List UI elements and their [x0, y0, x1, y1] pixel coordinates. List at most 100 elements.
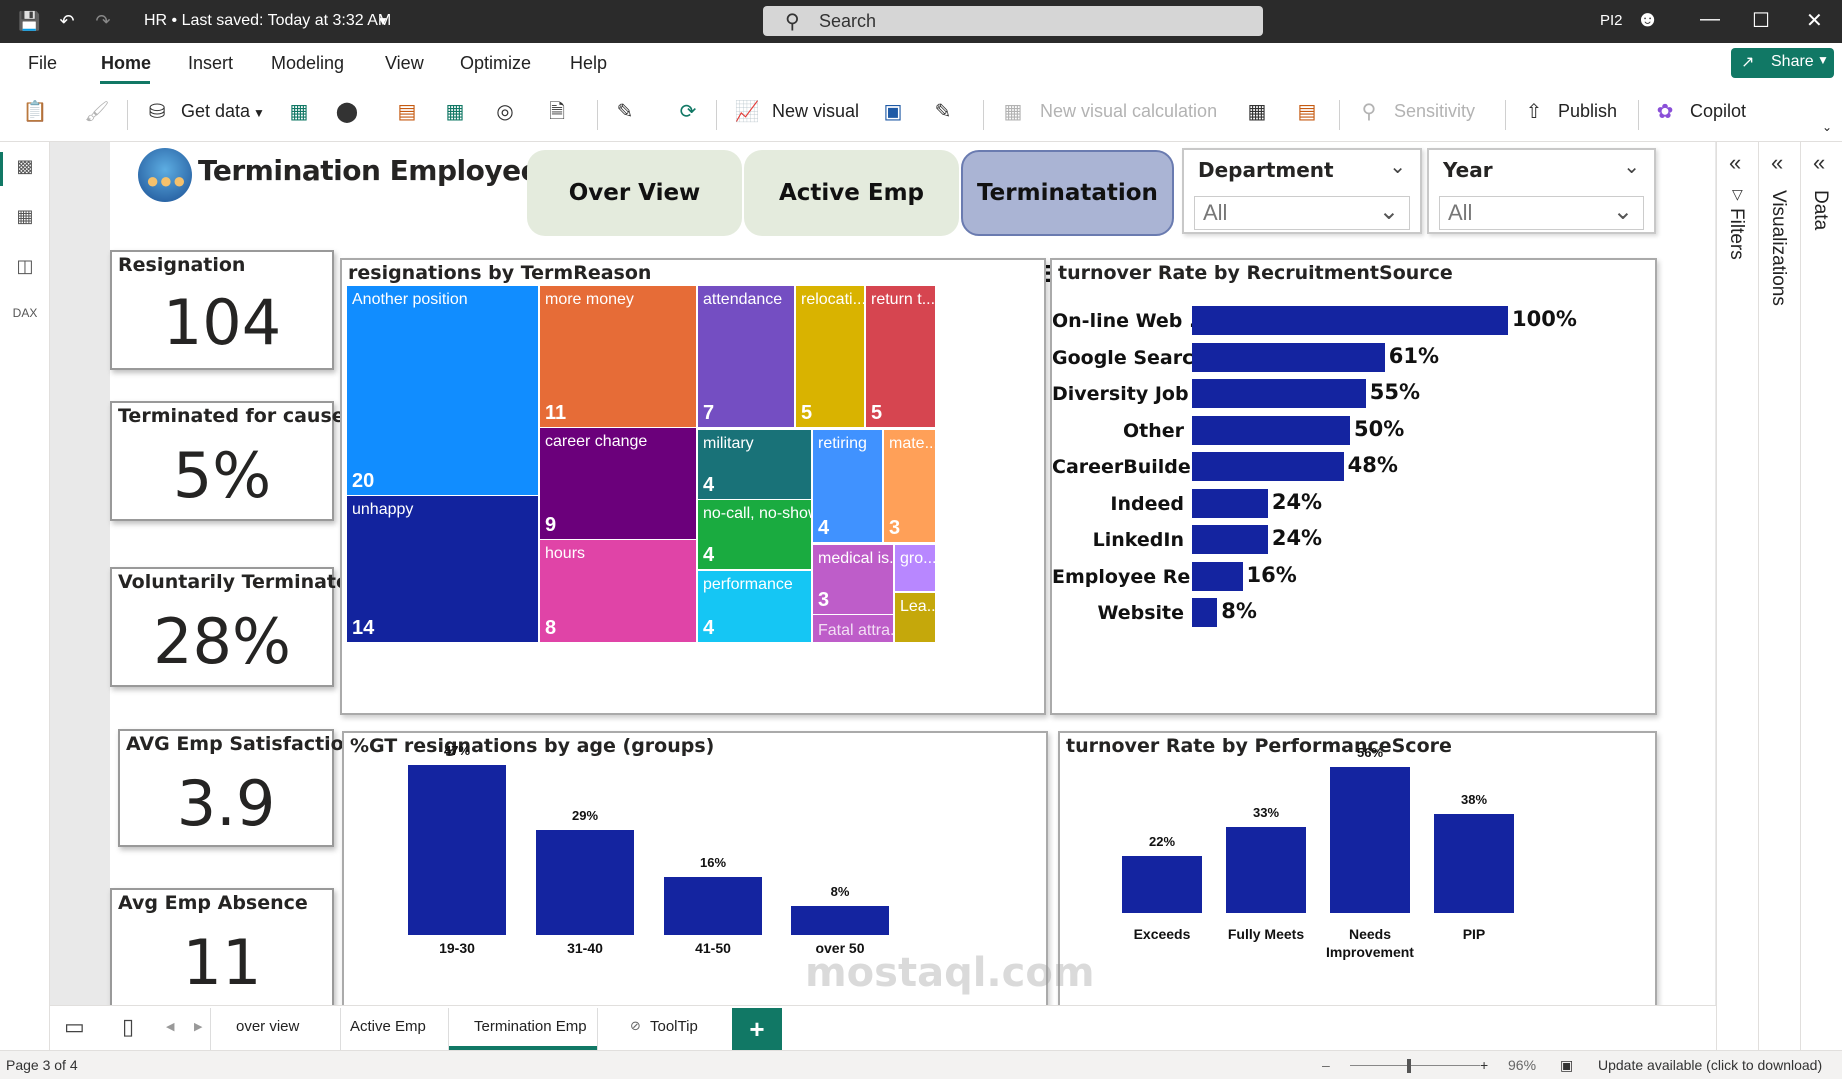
update-available-link[interactable]: Update available (click to download)	[1598, 1057, 1822, 1073]
nav-termination-emp-button[interactable]: Terminatation Emp	[961, 150, 1174, 288]
treemap-tile[interactable]: military 4	[698, 430, 811, 499]
bar[interactable]	[791, 906, 889, 935]
file-title[interactable]: HR • Last saved: Today at 3:32 AM	[144, 12, 391, 30]
bar[interactable]	[1330, 767, 1410, 913]
treemap-tile[interactable]: medical is... 3	[813, 545, 893, 614]
bar[interactable]	[1226, 826, 1306, 913]
bar[interactable]	[1192, 561, 1243, 591]
filters-label[interactable]: Filters	[1725, 208, 1747, 260]
slicer-dropdown[interactable]: All ⌄	[1194, 196, 1410, 230]
kpi-card-resignation[interactable]: Resignation 104	[110, 250, 334, 370]
report-view-icon[interactable]: ▩	[12, 156, 38, 182]
slicer-dropdown[interactable]: All ⌄	[1439, 196, 1644, 230]
bar[interactable]	[1192, 525, 1268, 554]
zoom-out-icon[interactable]: –	[1322, 1057, 1330, 1073]
recruitment-bar-visual[interactable]: turnover Rate by RecruitmentSource On-li…	[1050, 258, 1657, 715]
bar[interactable]	[1192, 306, 1508, 335]
publish-button[interactable]: Publish	[1558, 101, 1617, 122]
menu-view[interactable]: View	[385, 53, 424, 74]
bar[interactable]	[664, 877, 762, 935]
treemap-tile[interactable]: performance 4	[698, 571, 811, 642]
menu-insert[interactable]: Insert	[188, 53, 233, 74]
collapse-icon[interactable]: «	[1729, 150, 1741, 176]
sql-icon[interactable]: ▤	[394, 99, 420, 125]
treemap-tile[interactable]: Fatal attra...	[813, 615, 893, 642]
bar[interactable]	[1192, 379, 1366, 408]
dax-query-view-icon[interactable]: DAX	[12, 306, 38, 332]
transform-data-icon[interactable]: ✎	[612, 99, 638, 125]
zoom-slider[interactable]	[1350, 1065, 1480, 1066]
kpi-card-voluntarily-terminated[interactable]: Voluntarily Terminated 28%	[110, 567, 363, 687]
desktop-layout-icon[interactable]: ▭	[64, 1014, 85, 1040]
treemap-tile[interactable]: attendance 7	[698, 286, 794, 427]
data-label[interactable]: Data	[1809, 190, 1831, 230]
new-measure-icon[interactable]: ▦	[1244, 99, 1270, 125]
publish-icon[interactable]: ⇧	[1521, 99, 1547, 125]
performance-bar-visual[interactable]: turnover Rate by PerformanceScore 22% Exc…	[1058, 731, 1657, 1041]
department-slicer[interactable]: Department ⌄ All ⌄	[1182, 148, 1422, 234]
menu-home[interactable]: Home	[101, 53, 151, 74]
account-icon[interactable]: ☻	[1636, 8, 1659, 30]
add-page-button[interactable]: +	[732, 1008, 782, 1050]
bar[interactable]	[408, 765, 506, 935]
new-visual-icon[interactable]: 📈	[734, 99, 760, 125]
database-icon[interactable]: ⛁	[144, 99, 170, 125]
treemap-tile[interactable]: more money 11	[540, 286, 696, 427]
treemap-tile[interactable]: unhappy 14	[347, 496, 538, 642]
mobile-layout-icon[interactable]: ▯	[122, 1014, 134, 1040]
menu-help[interactable]: Help	[570, 53, 607, 74]
menu-modeling[interactable]: Modeling	[271, 53, 344, 74]
new-visual-button[interactable]: New visual	[772, 101, 859, 122]
text-box-icon[interactable]: ▣	[880, 99, 906, 125]
next-page-icon[interactable]: ▶	[194, 1020, 202, 1033]
treemap-tile[interactable]: gro...	[895, 545, 935, 591]
bar[interactable]	[1192, 488, 1268, 518]
refresh-icon[interactable]: ⟳	[675, 99, 701, 125]
visualizations-pane[interactable]: « Visualizations	[1758, 142, 1800, 1050]
treemap-tile[interactable]: retiring 4	[813, 430, 882, 542]
prev-page-icon[interactable]: ◀	[166, 1020, 174, 1033]
treemap-tile[interactable]: no-call, no-show 4	[698, 500, 811, 569]
tab-termination-emp[interactable]: Termination Emp	[474, 1018, 587, 1035]
table-view-icon[interactable]: ▦	[12, 206, 38, 232]
treemap-tile[interactable]: Another position 20	[347, 286, 538, 495]
zoom-slider-handle[interactable]	[1407, 1059, 1411, 1073]
tab-active-emp[interactable]: Active Emp	[350, 1018, 426, 1035]
tab-tooltip[interactable]: ToolTip	[650, 1018, 698, 1035]
tab-over-view[interactable]: over view	[236, 1018, 299, 1035]
kpi-card-avg-emp-absence[interactable]: Avg Emp Absence 11	[110, 888, 334, 1008]
close-icon[interactable]: ✕	[1806, 8, 1823, 33]
collapse-icon[interactable]: «	[1771, 150, 1783, 176]
get-data-button[interactable]: Get data	[181, 101, 250, 122]
nav-active-emp-button[interactable]: Active Emp	[744, 150, 959, 236]
treemap-visual[interactable]: resignations by TermReason Another posit…	[340, 258, 1046, 715]
treemap-tile[interactable]: mate... 3	[884, 430, 935, 542]
bar[interactable]	[1122, 855, 1202, 913]
share-button[interactable]: ↗ Share ▼	[1731, 48, 1834, 78]
ribbon-collapse-icon[interactable]: ⌄	[1822, 120, 1832, 134]
zoom-in-icon[interactable]: +	[1480, 1057, 1488, 1073]
copilot-icon[interactable]: ✿	[1652, 99, 1678, 125]
recent-sources-icon[interactable]: 🗎	[544, 99, 570, 125]
menu-optimize[interactable]: Optimize	[460, 53, 531, 74]
minimize-icon[interactable]: —	[1700, 8, 1720, 31]
format-painter-icon[interactable]: 🖌	[84, 99, 110, 125]
quick-measure-icon[interactable]: ▤	[1294, 99, 1320, 125]
visualizations-label[interactable]: Visualizations	[1767, 190, 1789, 306]
treemap-tile[interactable]: hours 8	[540, 540, 696, 642]
fit-to-page-icon[interactable]: ▣	[1560, 1057, 1573, 1074]
chevron-down-icon[interactable]: ▼	[253, 106, 265, 120]
bar[interactable]	[1192, 598, 1218, 627]
more-visuals-icon[interactable]: ✎	[930, 99, 956, 125]
filters-pane[interactable]: « ▽ Filters	[1716, 142, 1758, 1050]
bar[interactable]	[1192, 342, 1385, 372]
chevron-down-icon[interactable]: ⌄	[1623, 154, 1640, 179]
kpi-card-terminated-for-cause[interactable]: Terminated for cause 5%	[110, 401, 345, 521]
chevron-down-icon[interactable]: ⌄	[1389, 154, 1406, 179]
undo-icon[interactable]: ↶	[56, 10, 78, 32]
treemap-tile[interactable]: career change 9	[540, 428, 696, 539]
maximize-icon[interactable]: ☐	[1752, 8, 1770, 33]
menu-file[interactable]: File	[28, 53, 57, 74]
search-box[interactable]: ⚲ Search	[763, 6, 1263, 36]
copilot-button[interactable]: Copilot	[1690, 101, 1746, 122]
